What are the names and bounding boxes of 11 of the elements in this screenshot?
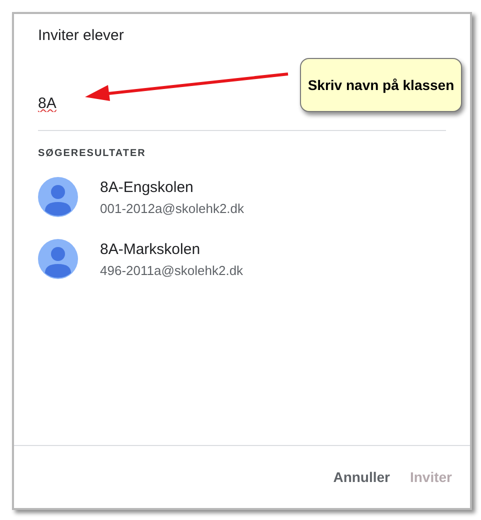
result-email: 496-2011a@skolehk2.dk (100, 262, 244, 278)
result-name[interactable]: 8A-Markskolen (100, 240, 244, 258)
dialog-title: Inviter elever (37, 26, 125, 46)
avatar-icon (38, 177, 78, 217)
arrow-icon (84, 70, 290, 104)
results-heading: SØGERESULTATER (38, 148, 147, 159)
dialog-button[interactable]: Annuller (325, 463, 398, 491)
result-email: 001-2012a@skolehk2.dk (100, 200, 244, 216)
avatar-icon (38, 239, 78, 279)
result-name[interactable]: 8A-Engskolen (100, 178, 244, 196)
callout-note: Skriv navn på klassen (300, 58, 462, 112)
